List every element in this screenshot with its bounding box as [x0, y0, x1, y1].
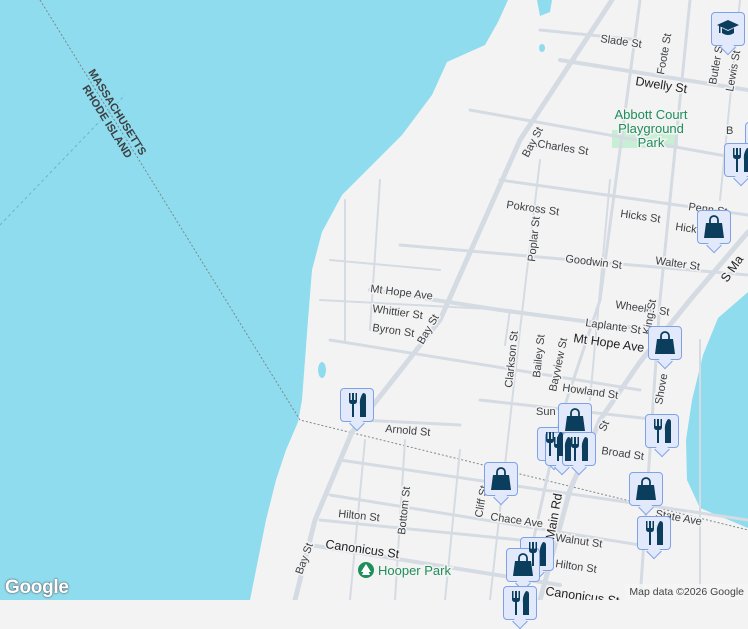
- shopping-icon: [491, 467, 511, 490]
- shopping-icon: [655, 331, 675, 354]
- restaurant-icon: [646, 521, 663, 545]
- restaurant-icon: [349, 393, 366, 417]
- street-label: Sun: [536, 406, 556, 418]
- shopping-marker[interactable]: [697, 210, 731, 244]
- svg-text:Abbott Court: Abbott Court: [615, 107, 688, 122]
- restaurant-marker[interactable]: [724, 143, 748, 177]
- svg-text:Playground: Playground: [618, 121, 684, 136]
- shopping-icon: [513, 553, 533, 576]
- restaurant-marker[interactable]: [645, 414, 679, 448]
- map-canvas[interactable]: MASSACHUSETTS RHODE ISLAND Slade St Foot…: [0, 0, 748, 600]
- restaurant-marker[interactable]: [340, 388, 374, 422]
- restaurant-icon: [571, 437, 588, 461]
- restaurant-icon: [733, 148, 748, 172]
- shopping-marker[interactable]: [629, 472, 663, 506]
- svg-text:Park: Park: [638, 135, 665, 150]
- shopping-icon: [636, 477, 656, 500]
- restaurant-icon: [654, 419, 671, 443]
- shopping-icon: [565, 408, 585, 431]
- school-marker[interactable]: [711, 12, 745, 46]
- shopping-marker[interactable]: [484, 462, 518, 496]
- svg-text:Hooper Park: Hooper Park: [378, 563, 451, 578]
- map-attribution[interactable]: Map data ©2026 Google: [625, 584, 748, 600]
- restaurant-marker[interactable]: [562, 432, 596, 466]
- google-logo: Google: [5, 577, 69, 598]
- shopping-icon: [704, 215, 724, 238]
- restaurant-icon: [512, 591, 529, 615]
- street-label: B: [726, 125, 733, 137]
- shopping-marker[interactable]: [648, 326, 682, 360]
- restaurant-marker[interactable]: [637, 516, 671, 550]
- school-icon: [717, 20, 739, 35]
- restaurant-marker[interactable]: [503, 586, 537, 620]
